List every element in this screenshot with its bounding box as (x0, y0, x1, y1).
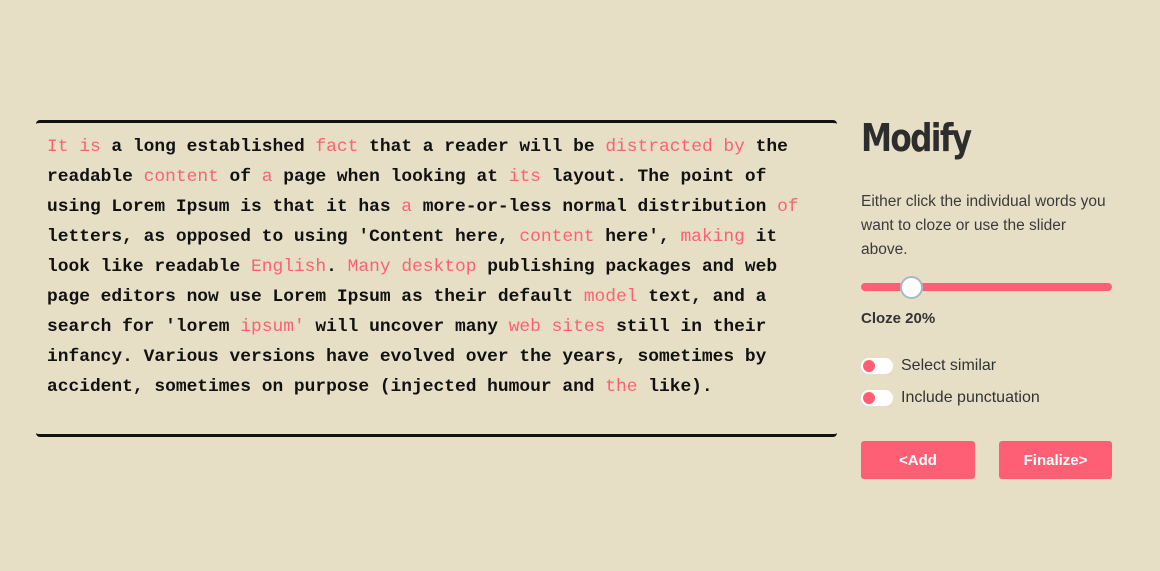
text-segment[interactable]: still in their (605, 317, 766, 337)
finalize-button[interactable]: Finalize> (999, 441, 1112, 479)
select-similar-row: Select similar (861, 357, 1112, 375)
cloze-word[interactable]: content (144, 167, 219, 187)
cloze-word[interactable]: model (584, 287, 638, 307)
text-line: letters, as opposed to using 'Content he… (47, 222, 799, 252)
text-segment[interactable]: look like readable (47, 257, 251, 277)
cloze-word[interactable]: distracted by (605, 137, 745, 157)
cloze-word[interactable]: Many desktop (348, 257, 477, 277)
text-segment[interactable]: letters, as opposed to using 'Content he… (47, 227, 519, 247)
instructions: Either click the individual words you wa… (861, 193, 1106, 258)
passage-text: It is a long established fact that a rea… (47, 132, 799, 402)
cloze-word[interactable]: making (680, 227, 744, 247)
text-segment[interactable]: infancy. Various versions have evolved o… (47, 347, 766, 367)
text-line: It is a long established fact that a rea… (47, 132, 799, 162)
modify-panel: Modify Either click the individual words… (861, 112, 1112, 479)
text-segment[interactable]: using Lorem Ipsum is that it has (47, 197, 401, 217)
text-segment[interactable]: page when looking at (273, 167, 509, 187)
text-segment[interactable]: search for 'lorem (47, 317, 240, 337)
include-punctuation-toggle[interactable] (861, 390, 893, 406)
cloze-slider[interactable] (861, 276, 1112, 299)
text-segment[interactable]: accident, sometimes on purpose (injected… (47, 377, 605, 397)
panel-title: Modify (861, 116, 972, 160)
text-segment[interactable]: . (326, 257, 347, 277)
text-segment[interactable]: text, and a (638, 287, 766, 307)
slider-thumb[interactable] (900, 276, 924, 299)
text-segment[interactable]: that a reader will be (358, 137, 605, 157)
text-segment[interactable]: the (745, 137, 788, 157)
cloze-word[interactable]: its (509, 167, 541, 187)
cloze-word[interactable]: fact (315, 137, 358, 157)
cloze-word[interactable]: a (401, 197, 412, 217)
add-button[interactable]: <Add (861, 441, 975, 479)
cloze-word[interactable]: a (262, 167, 273, 187)
text-line: using Lorem Ipsum is that it has a more-… (47, 192, 799, 222)
select-similar-toggle[interactable] (861, 358, 893, 374)
include-punctuation-label: Include punctuation (901, 389, 1040, 406)
text-segment[interactable]: of (219, 167, 262, 187)
toggle-knob (863, 360, 875, 372)
toggle-knob (863, 392, 875, 404)
text-segment[interactable]: readable (47, 167, 144, 187)
text-line: infancy. Various versions have evolved o… (47, 342, 799, 372)
text-line: readable content of a page when looking … (47, 162, 799, 192)
text-segment[interactable]: will uncover many (305, 317, 509, 337)
text-segment[interactable]: here', (595, 227, 681, 247)
cloze-percentage-label: Cloze 20% (861, 310, 936, 327)
text-line: accident, sometimes on purpose (injected… (47, 372, 799, 402)
cloze-word[interactable]: ipsum' (240, 317, 304, 337)
cloze-word[interactable]: It is (47, 137, 101, 157)
text-segment[interactable]: like). (638, 377, 712, 397)
cloze-word[interactable]: web sites (509, 317, 606, 337)
text-line: page editors now use Lorem Ipsum as thei… (47, 282, 799, 312)
cloze-word[interactable]: the (605, 377, 637, 397)
text-segment[interactable]: a long established (101, 137, 316, 157)
text-segment[interactable]: it (745, 227, 777, 247)
text-segment[interactable]: page editors now use Lorem Ipsum as thei… (47, 287, 584, 307)
select-similar-label: Select similar (901, 357, 997, 374)
slider-track[interactable] (861, 283, 1112, 291)
text-segment[interactable]: publishing packages and web (476, 257, 777, 277)
cloze-word[interactable]: content (519, 227, 594, 247)
cloze-word[interactable]: of (777, 197, 798, 217)
text-segment[interactable]: layout. The point of (541, 167, 767, 187)
text-line: look like readable English. Many desktop… (47, 252, 799, 282)
text-segment[interactable]: more-or-less normal distribution (412, 197, 777, 217)
text-line: search for 'lorem ipsum' will uncover ma… (47, 312, 799, 342)
cloze-text-editor: It is a long established fact that a rea… (36, 120, 837, 437)
include-punctuation-row: Include punctuation (861, 389, 1112, 407)
cloze-word[interactable]: English (251, 257, 326, 277)
